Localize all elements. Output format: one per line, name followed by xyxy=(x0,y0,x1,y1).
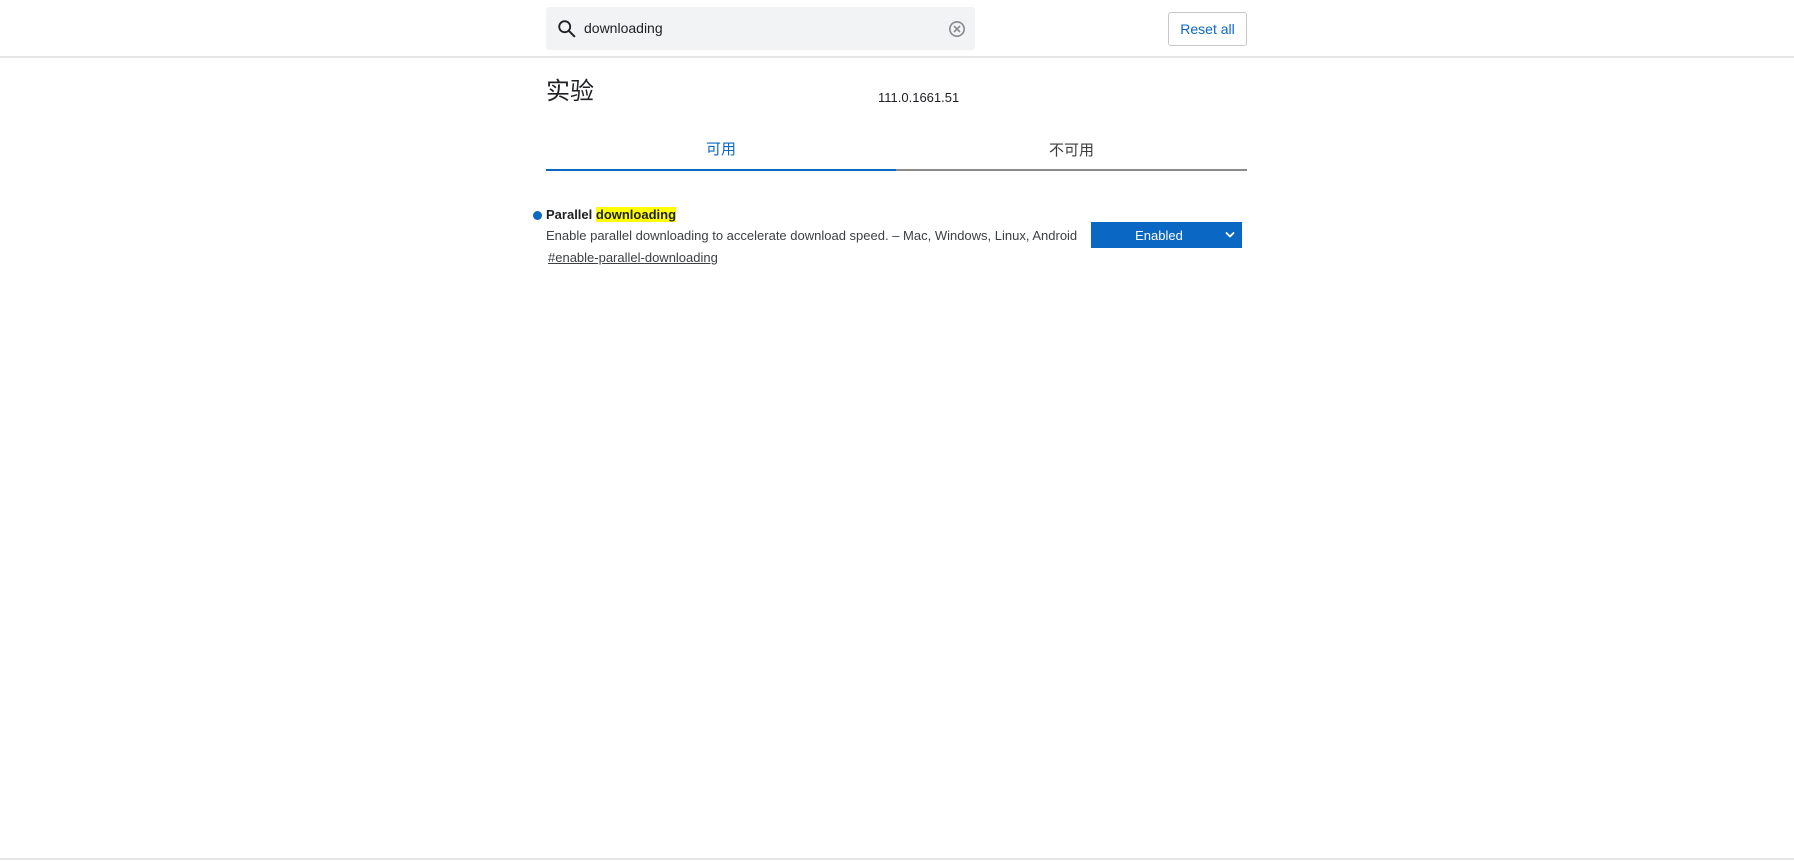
search-input[interactable] xyxy=(584,15,924,41)
reset-all-button[interactable]: Reset all xyxy=(1168,12,1247,46)
header: Reset all xyxy=(0,0,1794,58)
clear-icon[interactable] xyxy=(947,19,967,39)
experiment-state-select[interactable]: Enabled xyxy=(1091,222,1242,248)
search-box xyxy=(546,7,975,50)
search-highlight: downloading xyxy=(595,207,677,222)
experiment-item: Parallel downloading Enable parallel dow… xyxy=(533,204,1247,274)
chevron-down-icon xyxy=(1225,232,1235,238)
page-title: 实验 xyxy=(546,77,594,105)
tab-available[interactable]: 可用 xyxy=(546,128,896,171)
experiment-state-value: Enabled xyxy=(1135,227,1183,243)
tab-bar: 可用 不可用 xyxy=(546,128,1247,171)
experiment-name-prefix: Parallel xyxy=(546,207,596,222)
search-icon xyxy=(558,20,576,38)
bottom-divider xyxy=(0,858,1794,860)
tab-unavailable[interactable]: 不可用 xyxy=(896,128,1247,171)
experiment-permalink[interactable]: #enable-parallel-downloading xyxy=(548,249,718,266)
experiment-description: Enable parallel downloading to accelerat… xyxy=(546,228,1078,243)
experiment-name: Parallel downloading xyxy=(546,206,677,223)
modified-indicator xyxy=(533,211,542,220)
version-number: 111.0.1661.51 xyxy=(878,90,960,105)
